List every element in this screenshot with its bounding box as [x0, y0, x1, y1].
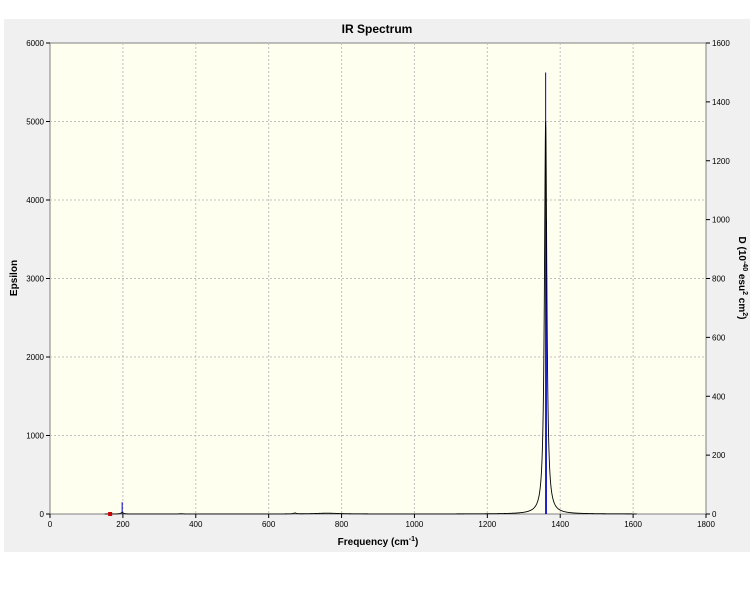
- x-tick-label: 0: [48, 520, 53, 529]
- y2-tick-label: 1400: [712, 98, 730, 107]
- y2-tick-label: 400: [712, 392, 726, 401]
- y2-tick-label: 800: [712, 275, 726, 284]
- y2-axis-label: D (10-40 esu2 cm2): [736, 237, 748, 320]
- x-tick-label: 200: [116, 520, 130, 529]
- y-tick-label: 6000: [26, 39, 44, 48]
- ir-spectrum-chart: 0 200 400 600 800 1000 1200 1400 1600 1800 0 1000 2…: [9, 39, 748, 548]
- x-tick-label: 400: [189, 520, 203, 529]
- x-tick-label: 1800: [697, 520, 715, 529]
- chart-window: IR Spectrum 0 200 400 600 800 1000 1200 1400 160…: [4, 19, 750, 552]
- y-axis-ticks: 0 1000 2000 3000 4000 5000 6000: [26, 39, 50, 519]
- frequency-marker[interactable]: [108, 512, 113, 516]
- y2-tick-label: 1000: [712, 216, 730, 225]
- y-tick-label: 0: [40, 510, 45, 519]
- y-tick-label: 3000: [26, 275, 44, 284]
- x-tick-label: 600: [262, 520, 276, 529]
- x-tick-label: 1600: [624, 520, 642, 529]
- x-tick-label: 1200: [478, 520, 496, 529]
- x-tick-label: 1000: [406, 520, 424, 529]
- x-axis-ticks: 0 200 400 600 800 1000 1200 1400 1600 1800: [48, 514, 715, 529]
- y2-tick-label: 1600: [712, 39, 730, 48]
- y2-tick-label: 0: [712, 510, 717, 519]
- x-tick-label: 1400: [551, 520, 569, 529]
- y2-tick-label: 1200: [712, 157, 730, 166]
- y-tick-label: 4000: [26, 196, 44, 205]
- y-tick-label: 2000: [26, 353, 44, 362]
- y2-axis-ticks: 0 200 400 600 800 1000 1200 1400 1600: [706, 39, 730, 519]
- y-tick-label: 5000: [26, 118, 44, 127]
- y2-tick-label: 600: [712, 333, 726, 342]
- x-axis-label: Frequency (cm-1): [338, 536, 419, 548]
- y2-tick-label: 200: [712, 451, 726, 460]
- y-tick-label: 1000: [26, 432, 44, 441]
- x-tick-label: 800: [335, 520, 349, 529]
- y-axis-label: Epsilon: [9, 260, 20, 296]
